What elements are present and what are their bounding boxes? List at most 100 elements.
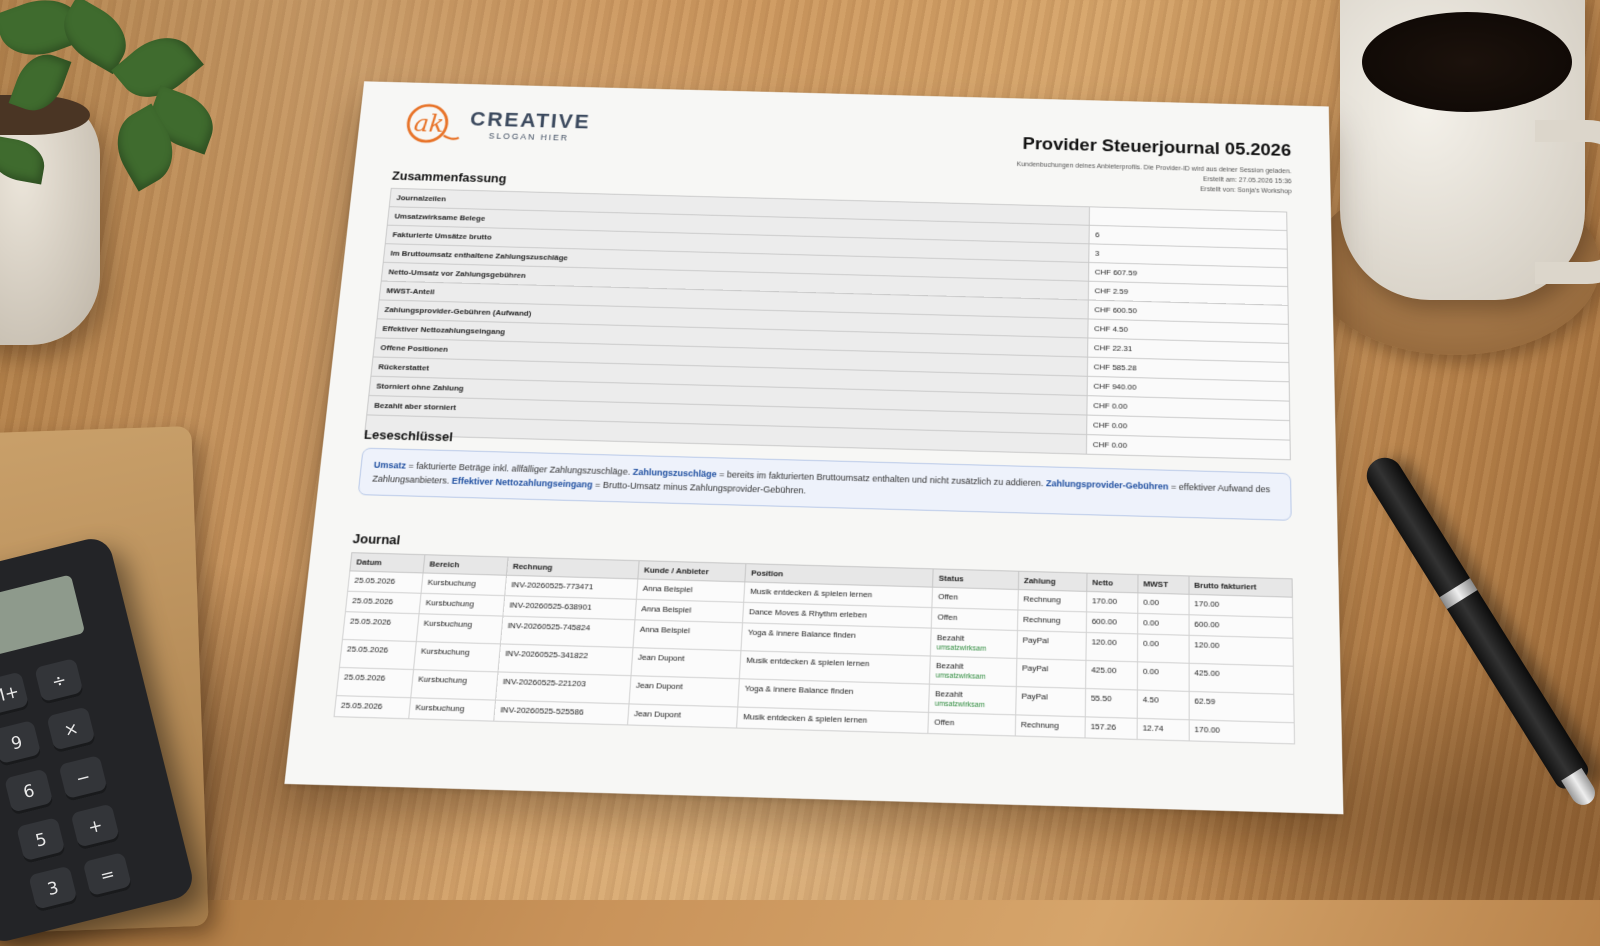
col-datum: Datum xyxy=(349,552,425,573)
status-sublabel xyxy=(938,603,1012,605)
brand-slogan: SLOGAN HIER xyxy=(488,131,570,143)
cell-bereich: Kursbuchung xyxy=(413,641,501,672)
cell-mwst: 0.00 xyxy=(1137,592,1189,615)
summary-table: Journalzeilen Umsatzwirksame Belege 6 Fak… xyxy=(364,188,1291,460)
cell-datum: 25.05.2026 xyxy=(339,639,417,670)
cell-bereich: Kursbuchung xyxy=(408,697,496,722)
cell-zahlung: PayPal xyxy=(1016,658,1086,689)
report-page: ak CREATIVE SLOGAN HIER Provider Steuerj… xyxy=(284,81,1344,815)
status-label: Offen xyxy=(934,717,955,728)
col-bereich: Bereich xyxy=(422,554,508,576)
cell-zahlung: PayPal xyxy=(1016,630,1086,661)
calc-key: 3 xyxy=(28,865,79,913)
calculator-screen xyxy=(0,574,86,665)
cell-mwst: 0.00 xyxy=(1137,613,1189,636)
pen-tip xyxy=(1561,767,1600,810)
status-sublabel xyxy=(934,729,1009,731)
cell-zahlung: Rechnung xyxy=(1017,609,1087,633)
cell-mwst: 0.00 xyxy=(1137,661,1189,692)
summary-section: Zusammenfassung Journalzeilen Umsatzwirk… xyxy=(364,169,1291,461)
brand-name: CREATIVE xyxy=(469,107,592,133)
cell-bereich: Kursbuchung xyxy=(410,669,498,701)
status-label: Offen xyxy=(937,612,958,623)
col-status: Status xyxy=(932,568,1019,590)
document-title: Provider Steuerjournal 05.2026 xyxy=(1022,134,1292,161)
cell-zahlung: PayPal xyxy=(1015,686,1086,717)
logo-initials: ak xyxy=(413,110,446,138)
calc-key: 9 xyxy=(0,719,42,768)
brand-logo: ak CREATIVE SLOGAN HIER xyxy=(400,100,592,150)
cell-status: Offen xyxy=(928,712,1016,736)
cell-bereich: Kursbuchung xyxy=(418,593,505,617)
cell-datum: 25.05.2026 xyxy=(342,611,419,642)
pen xyxy=(1360,450,1600,810)
calc-key: M+ xyxy=(0,671,30,719)
calc-key: − xyxy=(58,754,109,802)
calc-key: = xyxy=(82,851,133,900)
calc-key: 6 xyxy=(4,768,55,816)
journal-table: Datum Bereich Rechnung Kunde / Anbieter … xyxy=(334,552,1296,744)
cell-netto: 120.00 xyxy=(1085,632,1138,662)
cell-status: Bezahlt umsatzwirksam xyxy=(930,628,1018,659)
cell-kunde: Jean Dupont xyxy=(627,703,738,729)
cell-status: Offen xyxy=(932,587,1019,610)
cell-mwst: 12.74 xyxy=(1136,718,1189,741)
status-sublabel xyxy=(937,624,1011,626)
status-sublabel: umsatzwirksam xyxy=(935,672,986,681)
cell-brutto: 425.00 xyxy=(1188,663,1294,695)
cell-brutto: 600.00 xyxy=(1188,614,1293,639)
calc-key: + xyxy=(70,803,121,851)
status-label: Offen xyxy=(937,591,959,602)
pen-ring xyxy=(1439,578,1478,610)
cell-netto: 55.50 xyxy=(1084,688,1138,719)
cell-netto: 600.00 xyxy=(1085,611,1138,634)
calc-key: × xyxy=(46,706,97,754)
legend-text: = fakturierte Beträge inkl. allfälliger … xyxy=(405,460,634,477)
coffee xyxy=(1362,12,1572,112)
col-mwst: MWST xyxy=(1137,574,1189,595)
logo-mark-icon: ak xyxy=(400,100,464,147)
col-zahlung: Zahlung xyxy=(1018,571,1087,592)
cell-zahlung: Rechnung xyxy=(1017,589,1087,612)
cell-brutto: 62.59 xyxy=(1188,691,1295,723)
cell-datum: 25.05.2026 xyxy=(347,570,423,594)
cell-status: Offen xyxy=(931,607,1018,631)
status-label: Bezahlt xyxy=(935,660,964,671)
legend-term: Umsatz xyxy=(373,459,407,471)
cell-kunde: Anna Beispiel xyxy=(632,619,743,651)
cell-rechnung: INV-20260525-221203 xyxy=(495,671,631,704)
cell-brutto: 170.00 xyxy=(1188,594,1293,618)
legend-term: Zahlungsprovider-Gebühren xyxy=(1046,478,1169,492)
cell-netto: 425.00 xyxy=(1085,660,1138,690)
cell-bereich: Kursbuchung xyxy=(420,572,507,596)
cell-status: Bezahlt umsatzwirksam xyxy=(929,656,1017,687)
mug-handle xyxy=(1535,120,1600,284)
calc-key: ÷ xyxy=(34,657,85,705)
cell-kunde: Jean Dupont xyxy=(630,647,742,679)
journal-section: Journal Datum Bereich Rechnung Kunde / A… xyxy=(334,531,1296,744)
cell-zahlung: Rechnung xyxy=(1014,714,1085,738)
status-sublabel: umsatzwirksam xyxy=(934,700,985,710)
status-label: Bezahlt xyxy=(936,632,965,643)
status-label: Bezahlt xyxy=(934,688,963,700)
cell-rechnung: INV-20260525-525586 xyxy=(493,700,629,725)
cell-netto: 157.26 xyxy=(1084,716,1137,740)
cell-position: Musik entdecken & spielen lernen xyxy=(736,706,929,734)
cell-bereich: Kursbuchung xyxy=(416,613,503,644)
cell-status: Bezahlt umsatzwirksam xyxy=(928,684,1017,715)
legend-term: Zahlungszuschläge xyxy=(632,466,717,480)
cell-datum: 25.05.2026 xyxy=(345,591,421,614)
cell-brutto: 120.00 xyxy=(1188,635,1294,667)
cell-brutto: 170.00 xyxy=(1188,719,1295,744)
legend-term: Effektiver Nettozahlungseingang xyxy=(451,475,594,490)
calc-key: 5 xyxy=(16,817,67,865)
cell-mwst: 0.00 xyxy=(1137,633,1189,664)
cell-kunde: Jean Dupont xyxy=(628,675,740,707)
cell-mwst: 4.50 xyxy=(1136,689,1189,720)
status-sublabel: umsatzwirksam xyxy=(936,644,987,653)
cell-datum: 25.05.2026 xyxy=(336,667,414,698)
cell-rechnung: INV-20260525-745824 xyxy=(500,616,635,648)
cell-datum: 25.05.2026 xyxy=(334,695,411,719)
col-netto: Netto xyxy=(1086,573,1138,593)
legend-text: = Brutto-Umsatz minus Zahlungsprovider-G… xyxy=(592,479,807,496)
